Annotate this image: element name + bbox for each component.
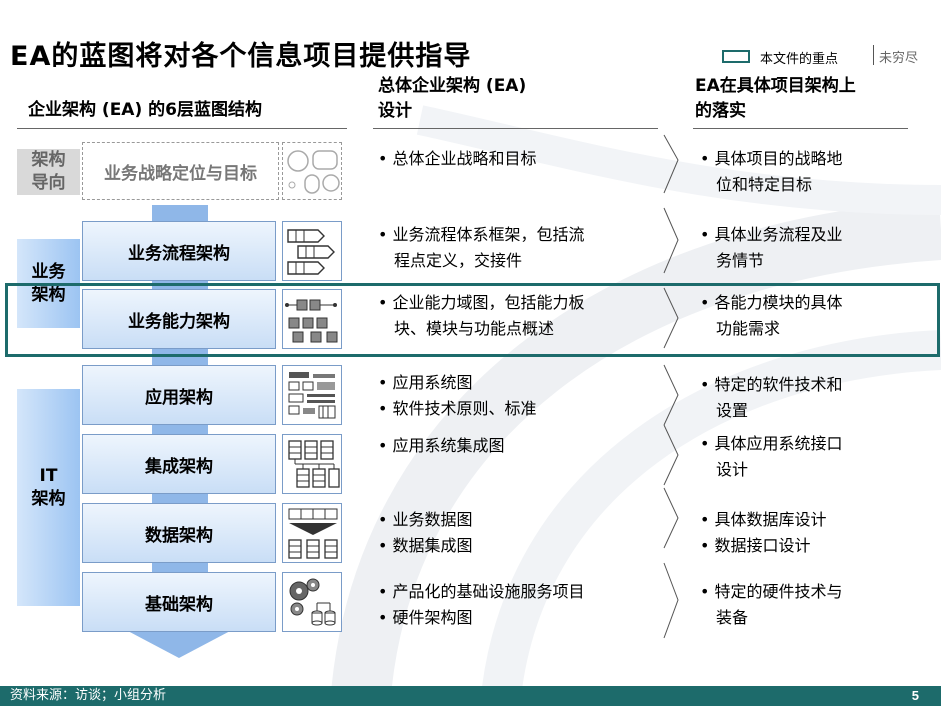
row-process-overall-line1: • 业务流程体系框架，包括流 xyxy=(378,225,585,244)
row-data-overall-line2: • 数据集成图 xyxy=(378,536,473,555)
legend-focus-swatch xyxy=(722,50,750,63)
row-infrastructure-overall: • 产品化的基础设施服务项目 • 硬件架构图 xyxy=(378,579,585,631)
guide-side-label-line2: 导向 xyxy=(31,173,66,193)
layer-box-infrastructure: 基础架构 xyxy=(82,572,276,632)
row-infrastructure-project-line1: • 特定的硬件技术与 xyxy=(700,582,843,601)
it-side-label-line1: IT xyxy=(39,466,58,486)
row-application-project-line2: 设置 xyxy=(716,401,749,420)
row-strategy-project-line2: 位和特定目标 xyxy=(716,175,813,194)
row-process-project-line2: 务情节 xyxy=(716,251,765,270)
row-integration-project-line2: 设计 xyxy=(716,460,749,479)
row-application-overall-line2: • 软件技术原则、标准 xyxy=(378,399,537,418)
business-side-label-line1: 业务 xyxy=(31,262,66,282)
layer-box-application: 应用架构 xyxy=(82,365,276,425)
chevron-right-icon xyxy=(663,207,679,274)
footer-bar: 资料来源：访谈；小组分析 5 xyxy=(0,686,941,706)
row-strategy-overall: • 总体企业战略和目标 xyxy=(378,146,537,172)
project-header-line2: 的落实 xyxy=(695,101,746,121)
chevron-right-icon xyxy=(663,364,679,426)
overall-header-line2: 设计 xyxy=(378,101,412,121)
row-infrastructure-project-line2: 装备 xyxy=(716,608,749,627)
process-chevron-icon xyxy=(282,221,342,281)
infrastructure-gears-icon xyxy=(282,572,342,632)
row-integration-overall: • 应用系统集成图 xyxy=(378,433,505,459)
row-integration-project: • 具体应用系统接口 设计 xyxy=(700,431,843,483)
legend-separator xyxy=(873,45,874,65)
row-process-project: • 具体业务流程及业 务情节 xyxy=(700,222,843,274)
legend-draft-label: 未穷尽 xyxy=(879,51,919,66)
focus-highlight-frame xyxy=(5,283,940,357)
flow-arrow-head xyxy=(126,630,232,658)
row-application-project-line1: • 特定的软件技术和 xyxy=(700,375,843,394)
application-map-icon xyxy=(282,365,342,425)
row-application-overall: • 应用系统图 • 软件技术原则、标准 xyxy=(378,370,537,422)
layer-box-integration: 集成架构 xyxy=(82,434,276,494)
layer-box-process: 业务流程架构 xyxy=(82,221,276,281)
page-title: EA的蓝图将对各个信息项目提供指导 xyxy=(10,41,472,72)
chevron-right-icon xyxy=(663,424,679,486)
it-side-label-line2: 架构 xyxy=(31,489,66,509)
layer-box-data: 数据架构 xyxy=(82,503,276,563)
chevron-right-icon xyxy=(663,562,679,639)
chevron-right-icon xyxy=(663,134,679,194)
row-application-overall-line1: • 应用系统图 xyxy=(378,373,473,392)
page-number: 5 xyxy=(911,688,919,703)
row-strategy-project-line1: • 具体项目的战略地 xyxy=(700,149,843,168)
row-strategy-project: • 具体项目的战略地 位和特定目标 xyxy=(700,146,843,198)
header-underline-project xyxy=(693,128,908,129)
footer-source: 资料来源：访谈；小组分析 xyxy=(10,688,167,703)
data-icon xyxy=(282,503,342,563)
row-process-overall: • 业务流程体系框架，包括流 程点定义，交接件 xyxy=(378,222,585,274)
overall-header-line1: 总体企业架构 (EA) xyxy=(378,76,527,96)
row-data-project-line1: • 具体数据库设计 xyxy=(700,510,827,529)
strategy-icon xyxy=(282,142,342,200)
row-application-project: • 特定的软件技术和 设置 xyxy=(700,372,843,424)
layer-box-strategy: 业务战略定位与目标 xyxy=(82,142,279,200)
guide-side-label-line1: 架构 xyxy=(31,150,66,170)
row-process-overall-line2: 程点定义，交接件 xyxy=(394,251,523,270)
row-process-project-line1: • 具体业务流程及业 xyxy=(700,225,843,244)
row-integration-project-line1: • 具体应用系统接口 xyxy=(700,434,843,453)
chevron-right-icon xyxy=(663,487,679,549)
row-data-overall: • 业务数据图 • 数据集成图 xyxy=(378,507,473,559)
header-underline-overall xyxy=(373,128,658,129)
row-data-overall-line1: • 业务数据图 xyxy=(378,510,473,529)
row-integration-overall-line1: • 应用系统集成图 xyxy=(378,436,505,455)
row-infrastructure-overall-line2: • 硬件架构图 xyxy=(378,608,473,627)
it-side-bar: IT 架构 xyxy=(17,389,80,606)
guide-side-label: 架构 导向 xyxy=(17,149,80,195)
legend-focus-label: 本文件的重点 xyxy=(760,52,839,67)
row-data-project-line2: • 数据接口设计 xyxy=(700,536,811,555)
ea-structure-header: 企业架构 (EA) 的6层蓝图结构 xyxy=(28,100,262,120)
row-data-project: • 具体数据库设计 • 数据接口设计 xyxy=(700,507,827,559)
chevron-separators xyxy=(663,134,679,639)
row-strategy-overall-line1: • 总体企业战略和目标 xyxy=(378,149,537,168)
header-underline-ea xyxy=(17,128,347,129)
row-infrastructure-overall-line1: • 产品化的基础设施服务项目 xyxy=(378,582,585,601)
row-infrastructure-project: • 特定的硬件技术与 装备 xyxy=(700,579,843,631)
project-header-line1: EA在具体项目架构上 xyxy=(695,76,856,96)
integration-icon xyxy=(282,434,342,494)
